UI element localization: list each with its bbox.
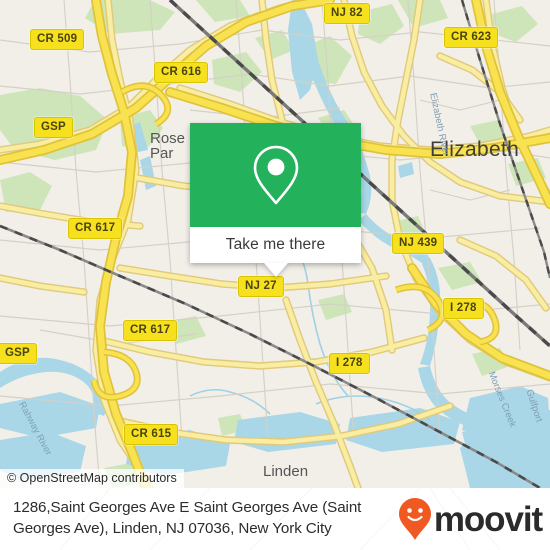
info-card-action-area[interactable]: Take me there: [190, 227, 361, 277]
road-shield-nj-27[interactable]: NJ 27: [238, 276, 284, 297]
road-shield-cr-617-north[interactable]: CR 617: [68, 218, 123, 239]
info-card-pointer: [263, 263, 288, 277]
address-label: 1286,Saint Georges Ave E Saint Georges A…: [13, 499, 362, 537]
road-shield-cr-509[interactable]: CR 509: [30, 29, 85, 50]
road-shield-gsp-south[interactable]: GSP: [0, 343, 37, 364]
address-bar: 1286,Saint Georges Ave E Saint Georges A…: [0, 488, 550, 550]
road-shield-nj-439[interactable]: NJ 439: [392, 233, 445, 254]
road-shield-cr-617-south[interactable]: CR 617: [123, 320, 178, 341]
moovit-wordmark: moovit: [433, 499, 543, 539]
map-attribution[interactable]: © OpenStreetMap contributors: [0, 469, 184, 488]
road-shield-cr-616[interactable]: CR 616: [154, 62, 209, 83]
road-shield-i-278-east[interactable]: I 278: [443, 298, 484, 319]
map-pin-icon: [253, 145, 298, 205]
moovit-logo: moovit: [398, 497, 543, 541]
road-shield-i-278-west[interactable]: I 278: [329, 353, 370, 374]
road-shield-cr-615[interactable]: CR 615: [124, 424, 179, 445]
take-me-there-label: Take me there: [225, 236, 326, 253]
road-shield-gsp-north[interactable]: GSP: [34, 117, 73, 138]
moovit-smiley-pin-icon: [398, 498, 431, 540]
screenshot-root: Elizabeth Linden Rose Par Elizabeth Rive…: [0, 0, 550, 550]
road-shield-nj-82[interactable]: NJ 82: [324, 3, 370, 24]
map-canvas[interactable]: Elizabeth Linden Rose Par Elizabeth Rive…: [0, 0, 550, 488]
location-info-card[interactable]: Take me there: [190, 123, 361, 277]
road-shield-cr-623[interactable]: CR 623: [444, 27, 499, 48]
info-card-image-area: [190, 123, 361, 227]
